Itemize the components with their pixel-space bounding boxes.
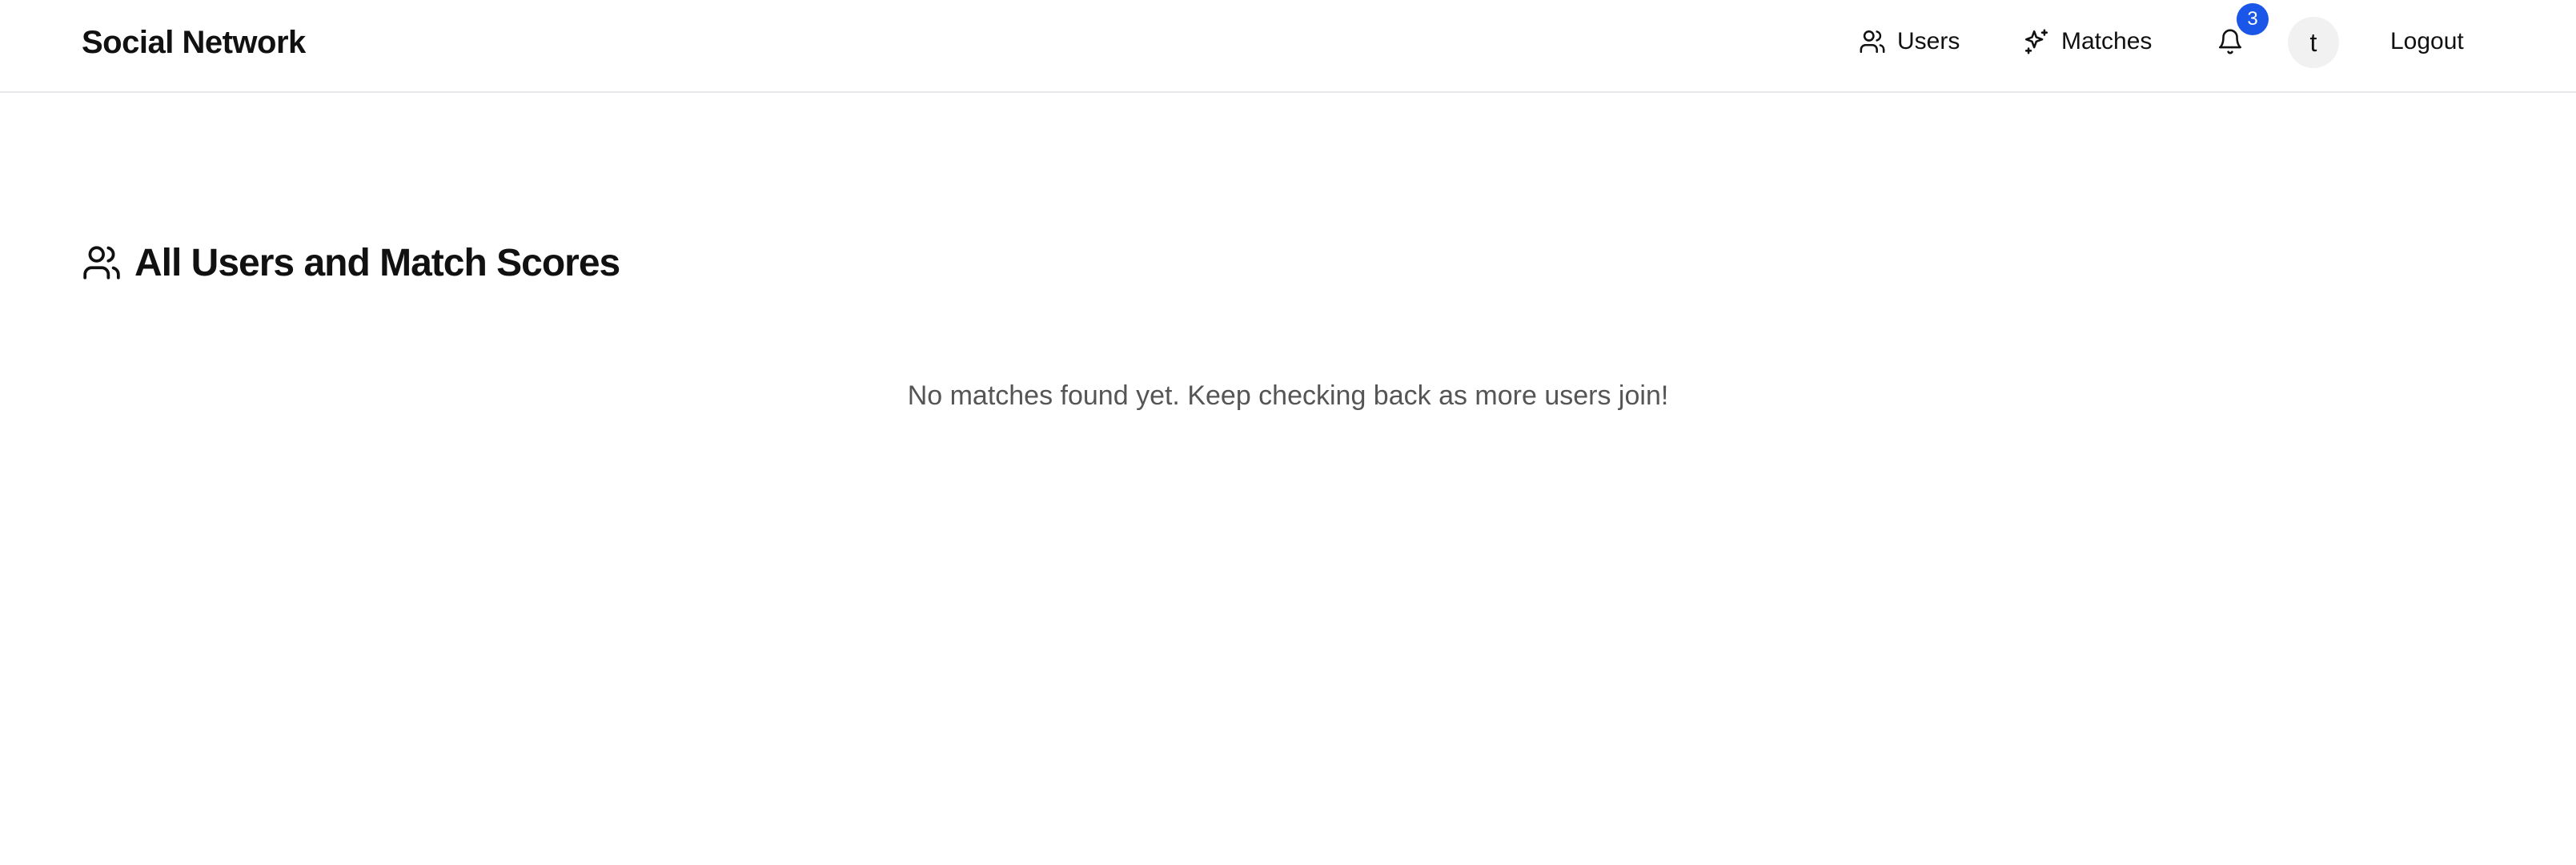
sparkles-icon <box>2024 29 2048 54</box>
empty-state-message: No matches found yet. Keep checking back… <box>907 380 1669 411</box>
nav-users-link[interactable]: Users <box>1859 24 1960 59</box>
notification-count-badge: 3 <box>2237 3 2269 35</box>
bell-icon <box>2218 29 2242 54</box>
nav-matches-link[interactable]: Matches <box>2023 24 2152 59</box>
users-icon <box>1860 30 1885 54</box>
nav-matches-label: Matches <box>2061 28 2153 54</box>
logout-button[interactable]: Logout <box>2390 24 2464 59</box>
nav-users-label: Users <box>1897 28 1960 54</box>
users-icon <box>83 246 120 280</box>
user-avatar[interactable]: t <box>2288 17 2339 68</box>
page-title: All Users and Match Scores <box>134 241 620 284</box>
brand-logo[interactable]: Social Network <box>82 22 306 63</box>
top-navbar: Social Network Users Matches 3 t Logout <box>0 0 2576 93</box>
page-heading: All Users and Match Scores <box>82 237 620 288</box>
